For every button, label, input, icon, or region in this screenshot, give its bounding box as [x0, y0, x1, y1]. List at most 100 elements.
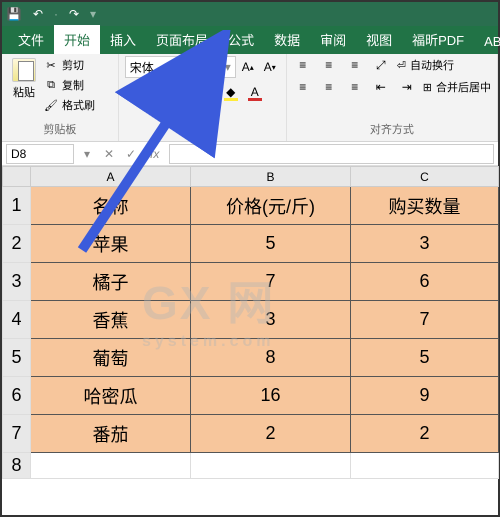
tab-insert[interactable]: 插入	[100, 25, 146, 54]
qat-separator: ·	[54, 7, 58, 21]
align-right-icon[interactable]: ≡	[345, 78, 365, 96]
align-middle-icon[interactable]: ≡	[319, 56, 339, 74]
format-painter-label: 格式刷	[62, 97, 95, 113]
namebox-dropdown-icon[interactable]: ▾	[78, 144, 96, 164]
align-top-icon[interactable]: ≡	[293, 56, 313, 74]
font-color-button[interactable]: A	[245, 82, 265, 102]
cell[interactable]: 3	[351, 225, 499, 263]
cell[interactable]: 5	[191, 225, 351, 263]
row-header-1[interactable]: 1	[3, 187, 31, 225]
cell[interactable]: 名称	[31, 187, 191, 225]
italic-button[interactable]: I	[149, 82, 169, 102]
redo-icon[interactable]: ↷	[66, 6, 82, 22]
tab-abbyy[interactable]: ABBYY	[474, 29, 500, 54]
cell[interactable]	[351, 453, 499, 479]
tab-view[interactable]: 视图	[356, 25, 402, 54]
cut-button[interactable]: ✂ 剪切	[42, 56, 97, 74]
fx-icon[interactable]: fx	[144, 147, 165, 161]
tab-formulas[interactable]: 公式	[218, 25, 264, 54]
row-header-2[interactable]: 2	[3, 225, 31, 263]
row-header-3[interactable]: 3	[3, 263, 31, 301]
row-header-5[interactable]: 5	[3, 339, 31, 377]
font-size-select[interactable]: 18▾	[198, 56, 236, 78]
cell[interactable]: 6	[351, 263, 499, 301]
select-all-corner[interactable]	[3, 167, 31, 187]
copy-label: 复制	[62, 77, 84, 93]
merge-icon: ⊞	[423, 81, 432, 94]
row-header-8[interactable]: 8	[3, 453, 31, 479]
row-header-4[interactable]: 4	[3, 301, 31, 339]
cell[interactable]: 3	[191, 301, 351, 339]
copy-button[interactable]: ⧉ 复制	[42, 76, 97, 94]
ribbon: 粘贴 ✂ 剪切 ⧉ 复制 🖌 格式刷 剪贴板 宋体▾	[2, 54, 498, 142]
cell[interactable]: 16	[191, 377, 351, 415]
column-header-b[interactable]: B	[191, 167, 351, 187]
bold-button[interactable]: B	[125, 82, 145, 102]
cell[interactable]: 苹果	[31, 225, 191, 263]
increase-font-icon[interactable]: A▴	[238, 56, 258, 78]
tab-data[interactable]: 数据	[264, 25, 310, 54]
font-size-value: 18	[203, 60, 216, 74]
align-left-icon[interactable]: ≡	[293, 78, 313, 96]
cell[interactable]: 橘子	[31, 263, 191, 301]
spreadsheet-area: A B C 1 名称 价格(元/斤) 购买数量 2 苹果 5 3 3 橘子 7 …	[2, 166, 498, 479]
underline-button[interactable]: U	[173, 82, 193, 102]
tab-foxit-pdf[interactable]: 福昕PDF	[402, 25, 474, 54]
cell[interactable]: 哈密瓜	[31, 377, 191, 415]
paste-label: 粘贴	[13, 84, 35, 100]
alignment-group-label: 对齐方式	[293, 119, 491, 139]
enter-icon[interactable]: ✓	[122, 144, 140, 164]
wrap-text-button[interactable]: ⏎ 自动换行	[397, 57, 454, 73]
cell[interactable]: 香蕉	[31, 301, 191, 339]
fill-color-button[interactable]: ◆	[221, 82, 241, 102]
save-icon[interactable]: 💾	[6, 6, 22, 22]
cell[interactable]: 5	[351, 339, 499, 377]
font-group: 宋体▾ 18▾ A▴ A▾ B I U ▦ ◆ A 字体	[119, 54, 287, 141]
cell[interactable]: 价格(元/斤)	[191, 187, 351, 225]
wrap-icon: ⏎	[397, 59, 406, 72]
paste-button[interactable]: 粘贴	[8, 56, 40, 114]
cell[interactable]: 8	[191, 339, 351, 377]
row-header-7[interactable]: 7	[3, 415, 31, 453]
tab-page-layout[interactable]: 页面布局	[146, 25, 218, 54]
column-header-c[interactable]: C	[351, 167, 499, 187]
cell[interactable]	[191, 453, 351, 479]
brush-icon: 🖌	[44, 98, 58, 112]
formula-input[interactable]	[169, 144, 494, 164]
clipboard-group-label: 剪贴板	[8, 119, 112, 139]
cell[interactable]: 7	[351, 301, 499, 339]
cell[interactable]: 2	[191, 415, 351, 453]
clipboard-group: 粘贴 ✂ 剪切 ⧉ 复制 🖌 格式刷 剪贴板	[2, 54, 119, 141]
font-name-select[interactable]: 宋体▾	[125, 56, 196, 78]
quick-access-toolbar: 💾 ↶ · ↷ ▾	[2, 2, 498, 26]
tab-file[interactable]: 文件	[8, 25, 54, 54]
tab-review[interactable]: 审阅	[310, 25, 356, 54]
column-header-a[interactable]: A	[31, 167, 191, 187]
cell[interactable]: 2	[351, 415, 499, 453]
qat-dropdown-icon[interactable]: ▾	[90, 7, 96, 21]
grid-table: A B C 1 名称 价格(元/斤) 购买数量 2 苹果 5 3 3 橘子 7 …	[2, 166, 499, 479]
cell[interactable]: 7	[191, 263, 351, 301]
tab-home[interactable]: 开始	[54, 25, 100, 54]
row-header-6[interactable]: 6	[3, 377, 31, 415]
align-center-icon[interactable]: ≡	[319, 78, 339, 96]
cell[interactable]: 购买数量	[351, 187, 499, 225]
alignment-group: ≡ ≡ ≡ ⤢ ⏎ 自动换行 ≡ ≡ ≡ ⇤ ⇥ ⊞ 合并后居中	[287, 54, 498, 141]
indent-increase-icon[interactable]: ⇥	[397, 78, 417, 96]
align-bottom-icon[interactable]: ≡	[345, 56, 365, 74]
copy-icon: ⧉	[44, 78, 58, 92]
cell[interactable]: 9	[351, 377, 499, 415]
cell[interactable]	[31, 453, 191, 479]
border-button[interactable]: ▦	[197, 82, 217, 102]
orientation-icon[interactable]: ⤢	[371, 56, 391, 74]
indent-decrease-icon[interactable]: ⇤	[371, 78, 391, 96]
cell[interactable]: 葡萄	[31, 339, 191, 377]
undo-icon[interactable]: ↶	[30, 6, 46, 22]
cell[interactable]: 番茄	[31, 415, 191, 453]
cancel-icon[interactable]: ✕	[100, 144, 118, 164]
name-box[interactable]: D8	[6, 144, 74, 164]
cut-label: 剪切	[62, 57, 84, 73]
merge-center-button[interactable]: ⊞ 合并后居中	[423, 79, 491, 95]
format-painter-button[interactable]: 🖌 格式刷	[42, 96, 97, 114]
decrease-font-icon[interactable]: A▾	[260, 56, 280, 78]
